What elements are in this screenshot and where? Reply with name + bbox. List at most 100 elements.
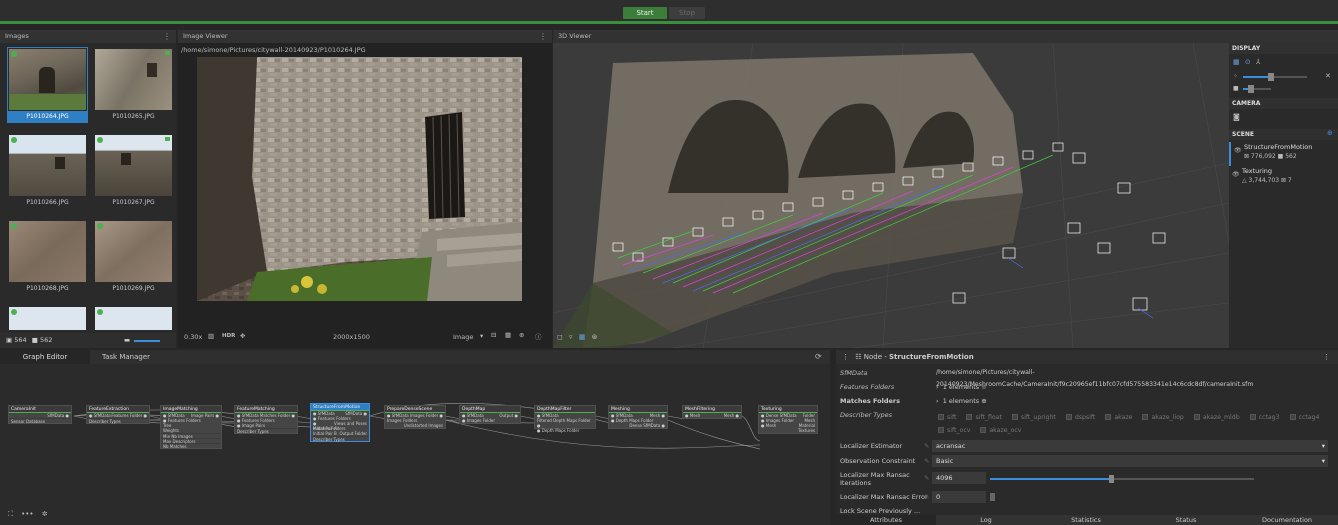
max-iterations-slider-handle[interactable] [1109,475,1115,483]
more-icon[interactable]: ••• [21,510,33,518]
reset-icon[interactable]: ✎ [924,491,929,503]
input-port[interactable]: Images Folders [387,418,417,423]
tab-log[interactable]: Log [936,515,1036,525]
reset-icon[interactable]: ✎ [924,455,929,467]
describer-option[interactable]: sift_ocv [932,427,970,434]
graph-node[interactable]: PrepareDenseScene ● SfMData Images Folder … [384,405,446,429]
output-port[interactable]: Output ● [499,413,518,418]
settings-icon[interactable]: ⊛ [592,333,598,341]
graph-editor[interactable]: Graph Editor Task Manager ⟳ CameraInit Sf… [0,350,830,525]
checkbox[interactable] [980,427,987,433]
image-thumb[interactable]: P1010265.JPG [94,48,173,122]
node-panel-menu-icon[interactable]: ⋮ [842,353,849,361]
checkbox[interactable] [1011,414,1018,420]
output-port[interactable]: Dense SfMData ● [629,423,665,428]
chevron-down-icon[interactable]: ▾ [480,332,483,340]
camera-size-handle[interactable] [1248,85,1254,93]
observation-constraint-select[interactable]: Basic ▾ [932,455,1328,467]
checkbox[interactable] [1065,414,1072,420]
max-error-input[interactable]: 0 [932,491,986,503]
color-picker-icon[interactable]: ✥ [240,332,245,340]
describer-option[interactable]: sift [932,414,956,421]
localizer-estimator-select[interactable]: acransac ▾ [932,440,1328,452]
input-port[interactable]: Weights [163,428,179,433]
checkbox[interactable] [938,414,944,420]
reset-icon[interactable]: ✎ [924,474,929,482]
scene-item-texturing[interactable]: 👁 Texturing △ 3,744,703 ⊠ 7 [1229,166,1338,188]
describer-option[interactable]: dspsift [1060,414,1095,421]
checkbox[interactable] [1105,414,1112,420]
image-thumb[interactable] [8,306,87,330]
thumbnail-size-slider[interactable] [134,340,160,342]
input-port[interactable]: ● Images Folder [462,418,495,423]
grid-icon[interactable]: ▦ [579,333,586,341]
describer-option[interactable]: sift_float [960,414,1002,421]
tab-status[interactable]: Status [1136,515,1236,525]
image-viewer-menu-icon[interactable]: ⋮ [539,30,547,43]
input-port[interactable]: ● Depth Maps Folder [537,428,579,433]
graph-node[interactable]: CameraInit SfMData ● Sensor Database [8,405,72,424]
scene-item-sfm[interactable]: 👁 StructureFromMotion ⊠ 776,092 ■ 562 [1229,142,1338,166]
max-iterations-input[interactable]: 4096 [932,472,986,484]
output-port[interactable]: Mesh ● [724,413,739,418]
add-element-icon[interactable]: ⊕ [981,383,986,391]
metadata-icon[interactable]: ⊟ [491,331,496,339]
output-port[interactable]: SfMData ● [47,413,69,418]
start-button[interactable]: Start [623,7,667,19]
exposure-icon[interactable]: ▨ [208,332,214,340]
image-thumb[interactable]: P1010267.JPG [94,134,173,208]
gear-icon[interactable]: ✲ [42,510,48,518]
max-error-slider-handle[interactable] [990,493,995,501]
visibility-eye-icon[interactable]: 👁 [1232,171,1240,178]
checkbox[interactable] [938,427,944,433]
output-port[interactable]: Output Folder [339,431,367,436]
describer-option[interactable]: cctag4 [1284,414,1319,421]
image-thumb[interactable]: P1010269.JPG [94,220,173,294]
graph-node[interactable]: MeshFiltering ● Mesh Mesh ● [682,405,742,419]
image-thumb[interactable]: P1010264.JPG [7,47,88,123]
graph-node[interactable]: Texturing ● Dense SfMData Folder ● Images F… [758,405,818,434]
tab-documentation[interactable]: Documentation [1236,515,1338,525]
images-menu-icon[interactable]: ⋮ [163,30,171,43]
histogram-icon[interactable]: ▦ [505,331,511,339]
image-mode-select[interactable]: Image [453,333,473,341]
matches-folders-expand[interactable]: › 1 elements ⊕ [936,395,987,407]
info-icon[interactable]: ⓘ [535,331,542,341]
tab-statistics[interactable]: Statistics [1036,515,1136,525]
graph-node[interactable]: ImageMatching ● SfMData Image Pairs ● ● Fea… [160,405,222,449]
describer-option[interactable]: akaze_ocv [974,427,1021,434]
image-thumb[interactable]: P1010268.JPG [8,220,87,294]
snapshot-icon[interactable]: ◙ [1233,113,1240,121]
image-thumb[interactable] [94,306,173,330]
features-folders-expand[interactable]: › 1 elements ⊕ [936,381,987,393]
input-port[interactable]: ● SfMData [89,413,111,418]
input-port[interactable]: ● Mesh [685,413,700,418]
grid-toggle-icon[interactable]: ▦ [1233,58,1240,66]
reset-icon[interactable]: ✎ [924,440,929,452]
describer-option[interactable]: cctag3 [1244,414,1280,421]
checkbox[interactable] [966,414,973,420]
checkbox[interactable] [1289,414,1296,420]
describer-option[interactable]: akaze_mldb [1188,414,1240,421]
add-scene-icon[interactable]: ⊕ [1327,129,1333,137]
input-port[interactable]: Initial Pair B [313,431,337,436]
tab-attributes[interactable]: Attributes [836,515,936,525]
image-thumb[interactable]: P1010266.JPG [8,134,87,208]
checkbox[interactable] [1249,414,1256,420]
graph-node[interactable]: FeatureExtraction ● SfMData Features Folde… [86,405,150,424]
describer-option[interactable]: akaze_liop [1136,414,1184,421]
input-port[interactable]: ● Features Folders [313,416,351,421]
input-port[interactable]: ● Depth Maps Folder [611,418,653,423]
locator-icon[interactable]: ⊙ [1245,58,1251,66]
node-panel-more-icon[interactable]: ⋮ [1323,350,1330,364]
point-size-slider[interactable] [1243,76,1271,78]
hdr-label[interactable]: HDR [222,333,235,339]
stop-button[interactable]: Stop [669,7,705,19]
viewer3d-canvas[interactable]: ◻ ▿ ▦ ⊛ [553,43,1229,348]
point-size-handle[interactable] [1268,73,1274,81]
graph-node[interactable]: FeatureMatching ● SfMData Matches Folder ●… [234,405,298,434]
globe-icon[interactable]: ⊕ [519,331,524,339]
graph-node[interactable]: StructureFromMotion ● SfMData SfMData ● ● F… [310,403,370,442]
describer-option[interactable]: akaze [1099,414,1132,421]
output-port[interactable]: Undistorted Images [404,423,443,428]
